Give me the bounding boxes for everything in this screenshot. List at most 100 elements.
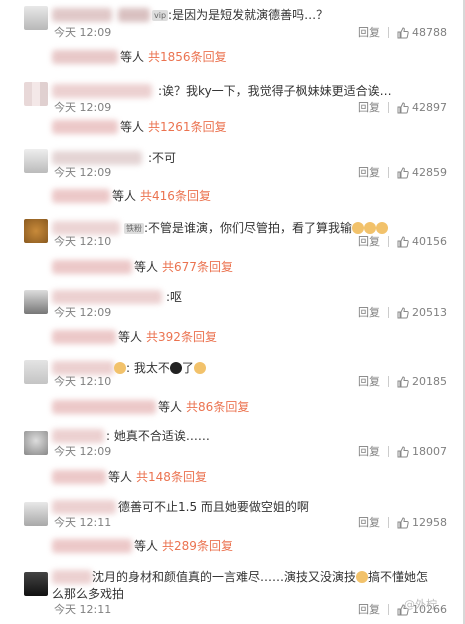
replier-names <box>52 119 118 134</box>
reply-count-link[interactable]: 共1261条回复 <box>148 118 227 135</box>
divider <box>388 236 389 247</box>
reply-button[interactable]: 回复 <box>358 603 380 616</box>
hand-emoji-icon <box>376 222 389 234</box>
username[interactable] <box>52 84 152 98</box>
smile-emoji-icon <box>114 362 126 374</box>
reply-button[interactable]: 回复 <box>358 235 380 248</box>
fan-badge: 铁粉 <box>124 223 144 234</box>
username[interactable] <box>52 151 142 165</box>
divider <box>388 102 389 113</box>
reply-summary[interactable]: 等人 共148条回复 <box>52 468 207 485</box>
thumbs-up-icon <box>397 101 409 113</box>
like-count: 18007 <box>412 445 447 458</box>
reply-count-link[interactable]: 共86条回复 <box>186 398 249 415</box>
like-button[interactable]: 42859 <box>397 166 447 179</box>
user-avatar[interactable] <box>24 219 48 243</box>
comment-text: :不可 <box>148 151 177 165</box>
reply-button[interactable]: 回复 <box>358 26 380 39</box>
comment-time: 今天 12:09 <box>54 306 112 319</box>
reply-button[interactable]: 回复 <box>358 101 380 114</box>
reply-count-link[interactable]: 共392条回复 <box>146 328 217 345</box>
user-avatar[interactable] <box>24 290 48 314</box>
comment-time: 今天 12:11 <box>54 603 112 616</box>
comment-text: vip:是因为是短发就演德善吗…？ <box>152 8 329 22</box>
comment-text: :诶？我ky一下，我觉得子枫妹妹更适合诶… <box>158 84 392 98</box>
cry-emoji-icon <box>193 362 206 374</box>
like-button[interactable]: 20513 <box>397 306 447 319</box>
like-button[interactable]: 42897 <box>397 101 447 114</box>
user-avatar[interactable] <box>24 149 48 173</box>
hand-emoji-icon <box>364 222 377 234</box>
hand-emoji-icon <box>352 222 365 234</box>
reply-button[interactable]: 回复 <box>358 375 380 388</box>
divider <box>388 307 389 318</box>
reply-button[interactable]: 回复 <box>358 516 380 529</box>
divider <box>388 27 389 38</box>
emoji-icon <box>356 571 369 583</box>
comment-text: : 我太不了 <box>114 360 206 376</box>
like-count: 20513 <box>412 306 447 319</box>
like-count: 40156 <box>412 235 447 248</box>
divider <box>388 604 389 615</box>
user-avatar[interactable] <box>24 6 48 30</box>
like-count: 12958 <box>412 516 447 529</box>
reply-summary[interactable]: 等人 共289条回复 <box>52 537 233 554</box>
like-count: 42897 <box>412 101 447 114</box>
comment-time: 今天 12:11 <box>54 516 112 529</box>
username[interactable] <box>52 500 116 514</box>
vip-badge: vip <box>152 10 169 21</box>
user-avatar[interactable] <box>24 82 48 106</box>
like-count: 48788 <box>412 26 447 39</box>
comment-time: 今天 12:09 <box>54 26 112 39</box>
thumbs-up-icon <box>397 306 409 318</box>
like-button[interactable]: 48788 <box>397 26 447 39</box>
reply-count-link[interactable]: 共148条回复 <box>136 468 207 485</box>
thumbs-up-icon <box>397 375 409 387</box>
user-avatar[interactable] <box>24 431 48 455</box>
username[interactable] <box>52 221 120 235</box>
like-count: 20185 <box>412 375 447 388</box>
replier-names <box>52 49 118 64</box>
username[interactable] <box>52 361 114 375</box>
reply-summary[interactable]: 等人 共416条回复 <box>52 187 211 204</box>
reply-summary[interactable]: 等人 共86条回复 <box>52 398 249 415</box>
thumbs-up-icon <box>397 445 409 457</box>
username[interactable] <box>52 8 112 22</box>
reply-summary[interactable]: 等人 共1856条回复 <box>52 48 227 65</box>
reply-count-link[interactable]: 共416条回复 <box>140 187 211 204</box>
replier-names <box>52 188 110 203</box>
reply-summary[interactable]: 等人 共1261条回复 <box>52 118 227 135</box>
thumbs-up-icon <box>397 516 409 528</box>
user-avatar[interactable] <box>24 572 48 596</box>
comment-time: 今天 12:10 <box>54 375 112 388</box>
emoji-icon <box>169 362 182 374</box>
divider <box>388 167 389 178</box>
user-avatar[interactable] <box>24 502 48 526</box>
username[interactable] <box>52 429 104 443</box>
thumbs-up-icon <box>397 166 409 178</box>
thumbs-up-icon <box>397 26 409 38</box>
replier-names <box>52 538 132 553</box>
user-avatar[interactable] <box>24 360 48 384</box>
reply-summary[interactable]: 等人 共677条回复 <box>52 258 233 275</box>
reply-summary[interactable]: 等人 共392条回复 <box>52 328 217 345</box>
replier-names <box>52 329 116 344</box>
comment-time: 今天 12:10 <box>54 235 112 248</box>
reply-count-link[interactable]: 共1856条回复 <box>148 48 227 65</box>
like-button[interactable]: 40156 <box>397 235 447 248</box>
reply-count-link[interactable]: 共289条回复 <box>162 537 233 554</box>
replier-names <box>52 469 106 484</box>
username[interactable] <box>118 8 150 22</box>
divider <box>388 517 389 528</box>
comment-text: : 她真不合适诶…… <box>106 429 210 443</box>
reply-button[interactable]: 回复 <box>358 166 380 179</box>
like-button[interactable]: 12958 <box>397 516 447 529</box>
username[interactable] <box>52 290 162 304</box>
reply-button[interactable]: 回复 <box>358 306 380 319</box>
divider <box>388 376 389 387</box>
reply-button[interactable]: 回复 <box>358 445 380 458</box>
like-button[interactable]: 20185 <box>397 375 447 388</box>
reply-count-link[interactable]: 共677条回复 <box>162 258 233 275</box>
like-button[interactable]: 18007 <box>397 445 447 458</box>
replier-names <box>52 259 132 274</box>
